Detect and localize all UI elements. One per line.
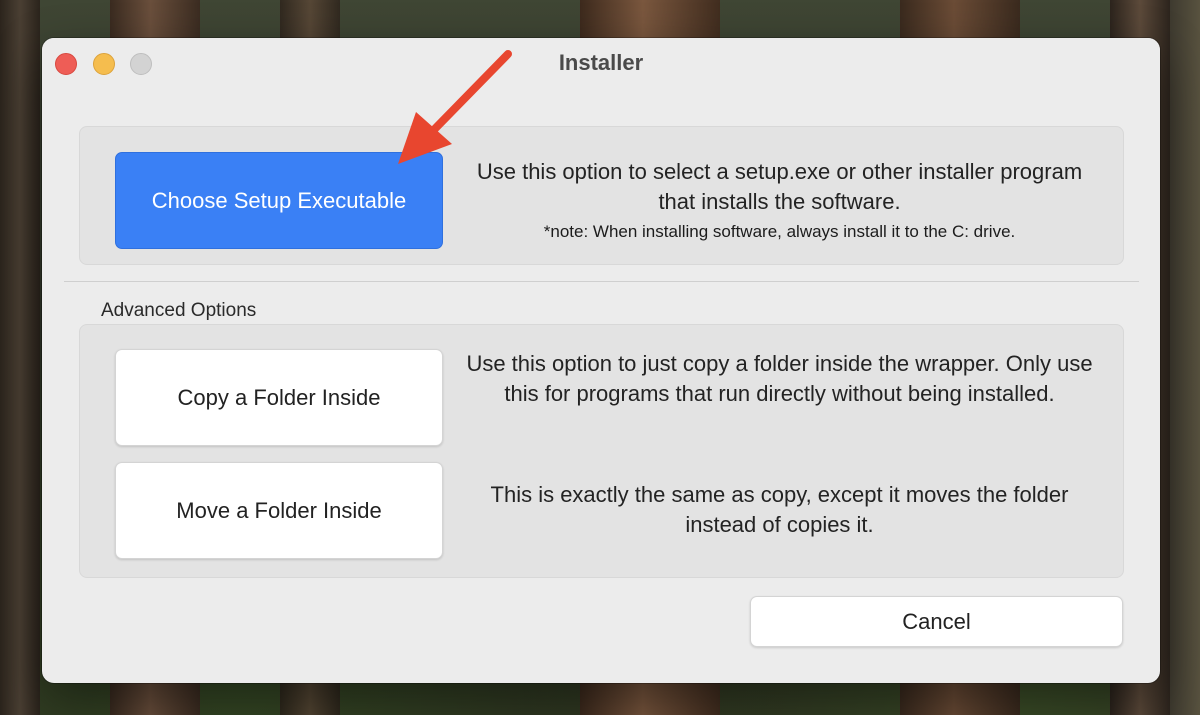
cancel-button[interactable]: Cancel xyxy=(750,596,1123,647)
move-folder-inside-button[interactable]: Move a Folder Inside xyxy=(115,462,443,559)
copy-folder-description: Use this option to just copy a folder in… xyxy=(466,351,1093,406)
tree-trunk xyxy=(1170,0,1200,715)
setup-executable-description: Use this option to select a setup.exe or… xyxy=(467,157,1092,247)
section-divider xyxy=(64,281,1139,282)
move-folder-description: This is exactly the same as copy, except… xyxy=(490,482,1069,537)
setup-executable-description-text: Use this option to select a setup.exe or… xyxy=(476,159,1083,214)
window-title: Installer xyxy=(558,50,644,75)
advanced-options-label: Advanced Options xyxy=(101,300,257,321)
title-bar[interactable]: Installer xyxy=(42,38,1160,88)
copy-folder-inside-button[interactable]: Copy a Folder Inside xyxy=(115,349,443,446)
desktop-background: Installer Choose Setup Executable Use th… xyxy=(0,0,1200,715)
arrow-icon xyxy=(398,50,512,164)
tree-trunk xyxy=(0,0,40,715)
installer-window: Installer Choose Setup Executable Use th… xyxy=(42,38,1160,683)
install-note: *note: When installing software, always … xyxy=(543,222,1016,241)
